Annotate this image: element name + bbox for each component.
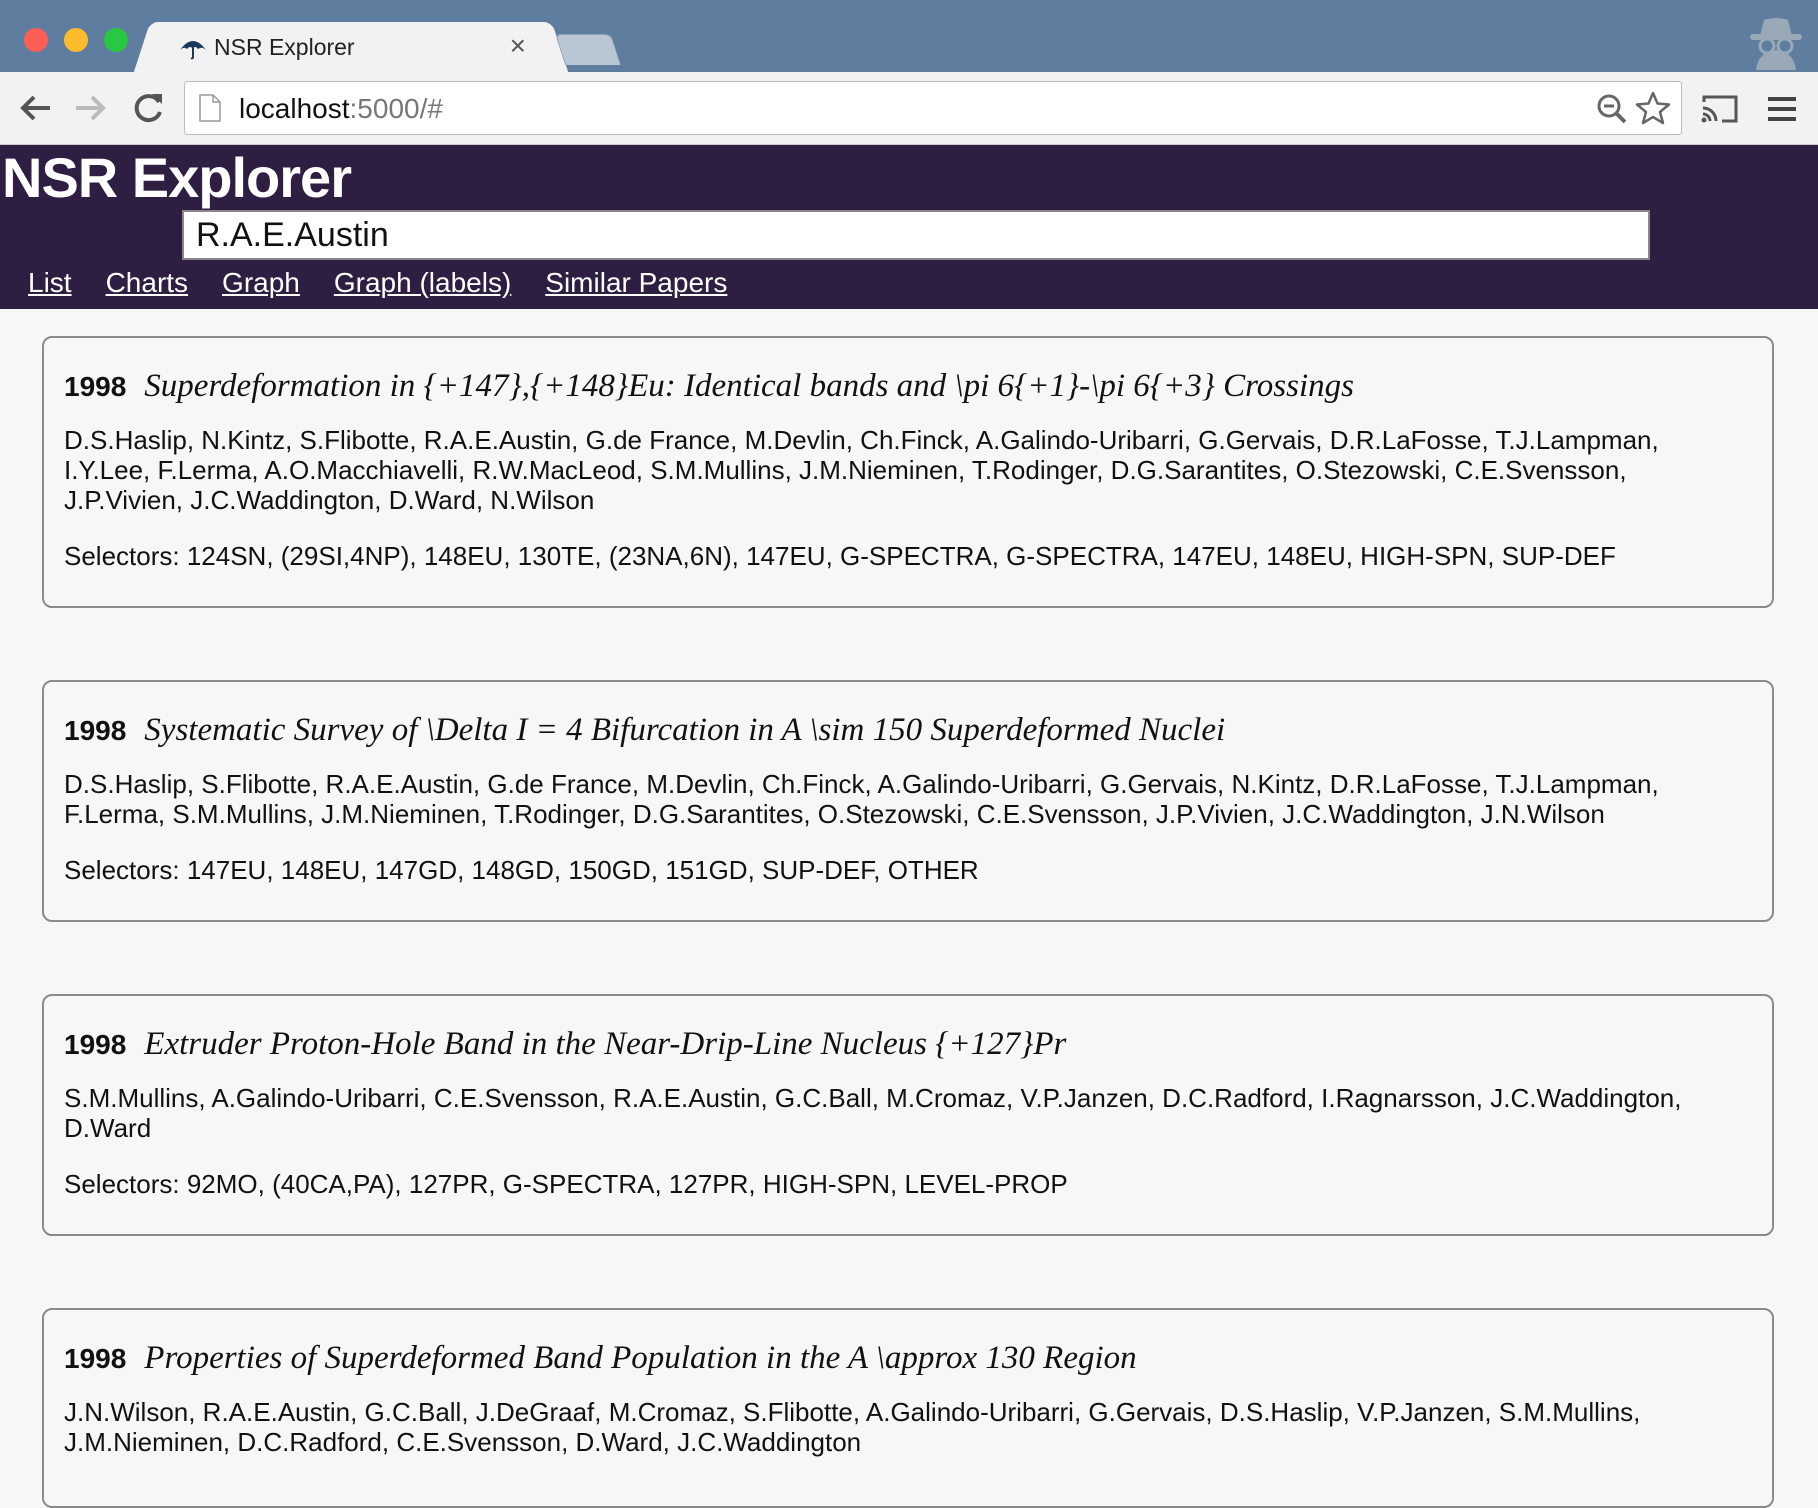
paper-selectors: Selectors: 124SN, (29SI,4NP), 148EU, 130… — [64, 541, 1616, 571]
tab-title: NSR Explorer — [214, 34, 355, 60]
paper-authors: D.S.Haslip, N.Kintz, S.Flibotte, R.A.E.A… — [64, 425, 1659, 515]
author-search-input[interactable] — [182, 210, 1650, 260]
paper-authors: D.S.Haslip, S.Flibotte, R.A.E.Austin, G.… — [64, 769, 1659, 829]
app-title: NSR Explorer — [2, 146, 352, 209]
window-minimize-button[interactable] — [64, 28, 88, 52]
window-maximize-button[interactable] — [104, 28, 128, 52]
bookmark-star-icon[interactable] — [1635, 91, 1671, 125]
browser-tabstrip: NSR Explorer × — [0, 0, 1818, 72]
paper-title: Superdeformation in {+147},{+148}Eu: Ide… — [144, 368, 1354, 404]
nav-link-list[interactable]: List — [28, 267, 72, 299]
view-nav: List Charts Graph Graph (labels) Similar Pap… — [28, 267, 761, 299]
url-text: localhost:5000/# — [239, 93, 443, 125]
paper-authors: S.M.Mullins, A.Galindo-Uribarri, C.E.Sve… — [64, 1083, 1682, 1143]
browser-tab[interactable]: NSR Explorer × — [156, 22, 546, 72]
reload-icon[interactable] — [128, 88, 168, 128]
paper-header: 1998 Systematic Survey of \Delta I = 4 Bi… — [64, 712, 1752, 749]
paper-authors: J.N.Wilson, R.A.E.Austin, G.C.Ball, J.De… — [64, 1397, 1641, 1457]
paper-title: Extruder Proton-Hole Band in the Near-Dr… — [144, 1026, 1067, 1062]
paper-card: 1998 Extruder Proton-Hole Band in the Nea… — [42, 994, 1774, 1236]
paper-year: 1998 — [64, 371, 127, 402]
zoom-icon[interactable] — [1597, 94, 1627, 124]
cast-icon[interactable] — [1700, 94, 1740, 124]
new-tab-button[interactable] — [554, 34, 622, 65]
back-arrow-icon[interactable] — [16, 88, 56, 128]
paper-selectors: Selectors: 92MO, (40CA,PA), 127PR, G-SPE… — [64, 1169, 1068, 1199]
paper-year: 1998 — [64, 1029, 127, 1060]
paper-card: 1998 Superdeformation in {+147},{+148}Eu:… — [42, 336, 1774, 608]
address-bar[interactable]: localhost:5000/# — [184, 81, 1682, 135]
page-icon — [199, 94, 221, 122]
paper-header: 1998 Superdeformation in {+147},{+148}Eu:… — [64, 368, 1752, 405]
browser-toolbar: localhost:5000/# — [0, 72, 1818, 145]
app-header: NSR Explorer List Charts Graph Graph (label… — [0, 145, 1818, 309]
forward-arrow-icon[interactable] — [70, 88, 110, 128]
paper-selectors: Selectors: 147EU, 148EU, 147GD, 148GD, 1… — [64, 855, 979, 885]
nav-link-graph-labels[interactable]: Graph (labels) — [334, 267, 511, 299]
url-host: localhost — [239, 93, 350, 124]
incognito-icon — [1750, 18, 1802, 70]
paper-title: Systematic Survey of \Delta I = 4 Bifurc… — [144, 712, 1226, 748]
umbrella-icon — [180, 41, 206, 60]
paper-title: Properties of Superdeformed Band Populat… — [144, 1340, 1137, 1376]
paper-header: 1998 Properties of Superdeformed Band Pop… — [64, 1340, 1752, 1377]
nav-link-similar-papers[interactable]: Similar Papers — [545, 267, 727, 299]
nav-link-charts[interactable]: Charts — [106, 267, 188, 299]
window-close-button[interactable] — [24, 28, 48, 52]
url-rest: :5000/# — [349, 93, 443, 124]
paper-year: 1998 — [64, 715, 127, 746]
menu-icon[interactable] — [1766, 94, 1798, 124]
nav-link-graph[interactable]: Graph — [222, 267, 300, 299]
paper-card: 1998 Properties of Superdeformed Band Pop… — [42, 1308, 1774, 1508]
paper-header: 1998 Extruder Proton-Hole Band in the Nea… — [64, 1026, 1752, 1063]
paper-card: 1998 Systematic Survey of \Delta I = 4 Bi… — [42, 680, 1774, 922]
paper-year: 1998 — [64, 1343, 127, 1374]
tab-close-icon[interactable]: × — [510, 30, 526, 62]
